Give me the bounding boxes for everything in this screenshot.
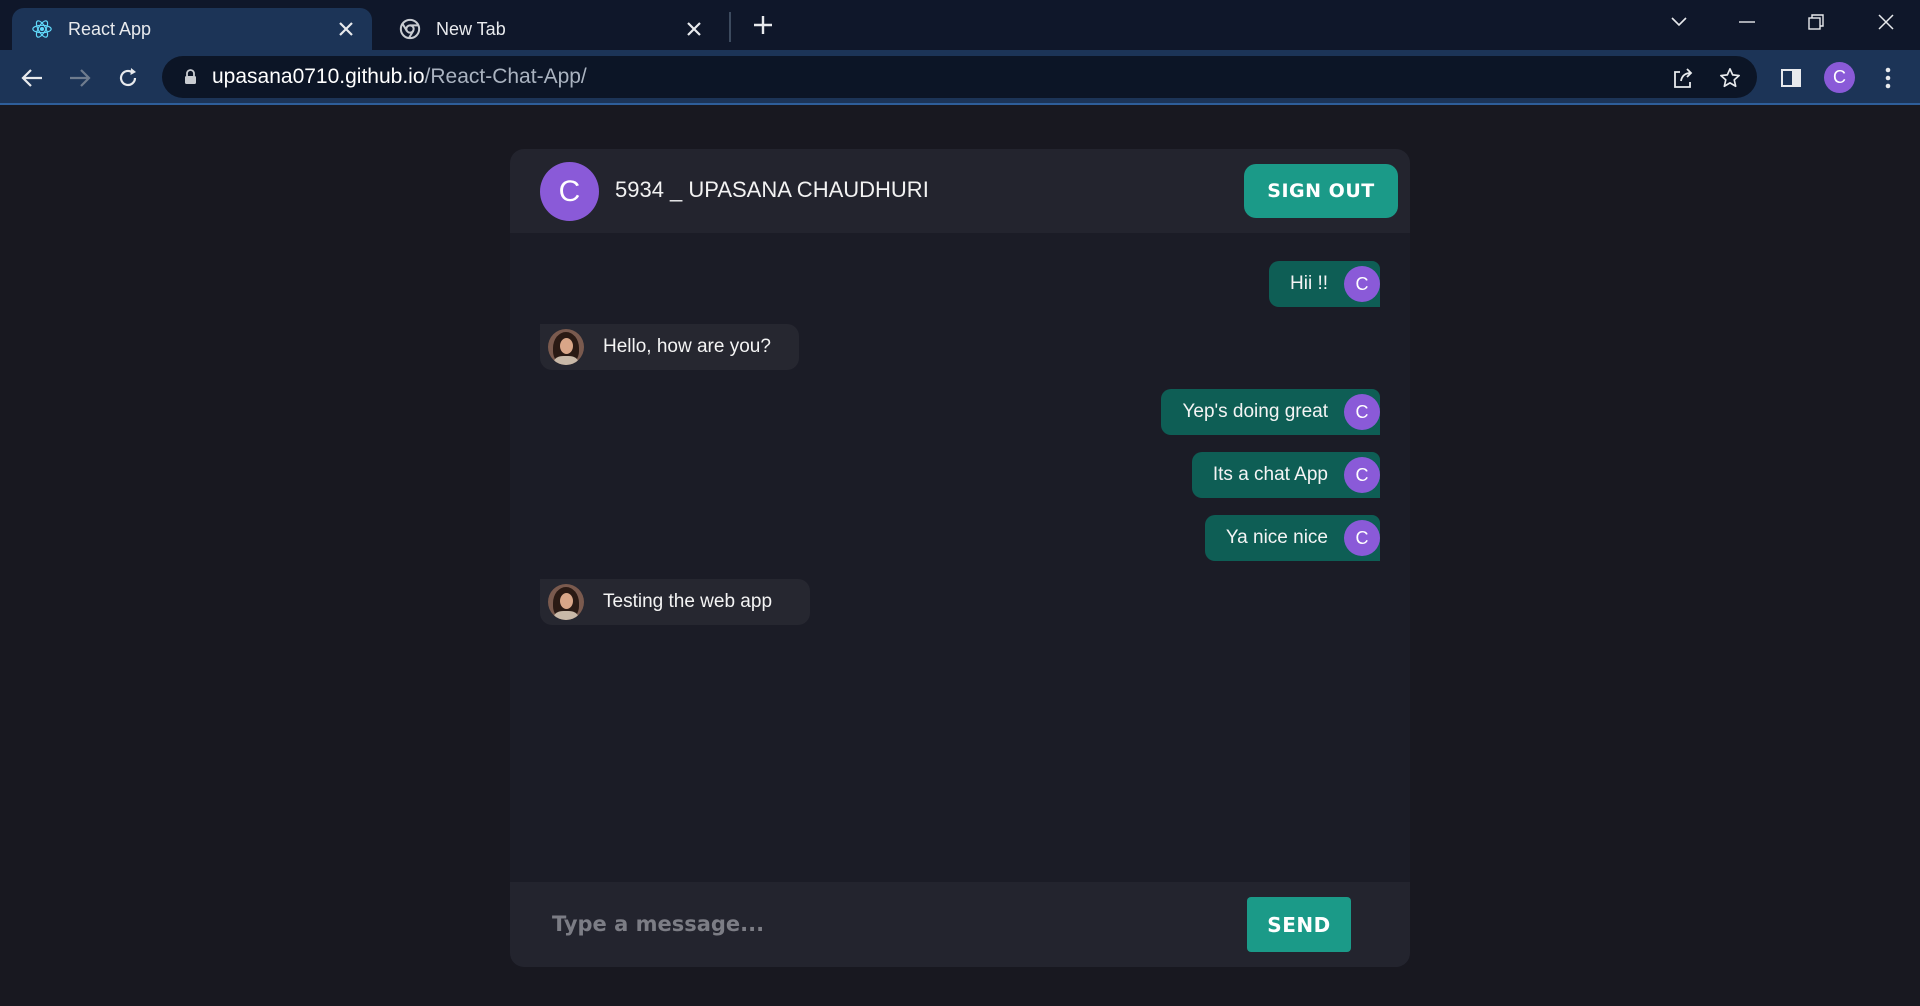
- tab-search-chevron-icon[interactable]: [1657, 6, 1701, 38]
- tab-title: React App: [68, 18, 152, 39]
- avatar: C: [540, 162, 599, 221]
- bookmark-star-icon[interactable]: [1717, 65, 1743, 91]
- avatar: C: [1344, 394, 1380, 430]
- message-text: Yep's doing great: [1182, 401, 1328, 422]
- sign-out-button[interactable]: SIGN OUT: [1244, 164, 1398, 218]
- message-received: Hello, how are you?: [540, 324, 799, 370]
- message-sent: Its a chat App C: [1191, 452, 1380, 498]
- forward-arrow-icon[interactable]: [64, 62, 96, 94]
- reload-icon[interactable]: [112, 62, 144, 94]
- avatar: C: [1344, 520, 1380, 556]
- share-icon[interactable]: [1670, 65, 1696, 91]
- avatar: C: [1344, 266, 1380, 302]
- url-path: /React-Chat-App/: [424, 65, 587, 88]
- profile-avatar[interactable]: C: [1824, 62, 1855, 93]
- close-tab-icon[interactable]: [680, 15, 708, 43]
- address-bar[interactable]: upasana0710.github.io/React-Chat-App/: [162, 56, 1757, 98]
- send-button[interactable]: SEND: [1247, 897, 1351, 952]
- minimize-icon[interactable]: [1725, 6, 1769, 38]
- user-photo-avatar: [548, 584, 584, 620]
- tab-title: New Tab: [436, 18, 506, 39]
- new-tab-plus-icon[interactable]: [748, 10, 778, 40]
- message-composer: SEND: [510, 882, 1410, 967]
- message-text: Hello, how are you?: [603, 336, 771, 357]
- close-window-icon[interactable]: [1864, 6, 1908, 38]
- more-menu-icon[interactable]: [1872, 62, 1904, 94]
- chat-header: C 5934 _ UPASANA CHAUDHURI SIGN OUT: [510, 149, 1410, 233]
- message-sent: Hii !! C: [1269, 261, 1380, 307]
- lock-icon[interactable]: [180, 67, 200, 87]
- message-text: Ya nice nice: [1225, 527, 1328, 548]
- url-host: upasana0710.github.io: [212, 65, 425, 88]
- user-photo-avatar: [548, 329, 584, 365]
- message-text: Hii !!: [1290, 273, 1328, 294]
- browser-toolbar: upasana0710.github.io/React-Chat-App/ C: [0, 50, 1920, 105]
- avatar: C: [1344, 457, 1380, 493]
- user-name: 5934 _ UPASANA CHAUDHURI: [615, 177, 929, 202]
- react-logo-icon: [30, 17, 54, 41]
- restore-icon[interactable]: [1794, 6, 1838, 38]
- message-text: Its a chat App: [1212, 464, 1328, 485]
- message-text: Testing the web app: [603, 591, 773, 612]
- browser-tab-bar: React App New Tab: [0, 0, 1920, 50]
- chrome-logo-icon: [398, 17, 422, 41]
- tab-new-tab[interactable]: New Tab: [380, 8, 720, 50]
- close-tab-icon[interactable]: [332, 15, 360, 43]
- chat-window: C 5934 _ UPASANA CHAUDHURI SIGN OUT Hii …: [510, 149, 1410, 967]
- message-sent: Yep's doing great C: [1161, 389, 1380, 435]
- message-received: Testing the web app: [540, 579, 810, 625]
- message-input[interactable]: [530, 896, 1210, 952]
- tab-react-app[interactable]: React App: [12, 8, 372, 50]
- url-text: upasana0710.github.io/React-Chat-App/: [212, 65, 587, 89]
- tab-separator: [729, 12, 731, 42]
- side-panel-icon[interactable]: [1775, 62, 1807, 94]
- message-sent: Ya nice nice C: [1204, 515, 1380, 561]
- back-arrow-icon[interactable]: [16, 62, 48, 94]
